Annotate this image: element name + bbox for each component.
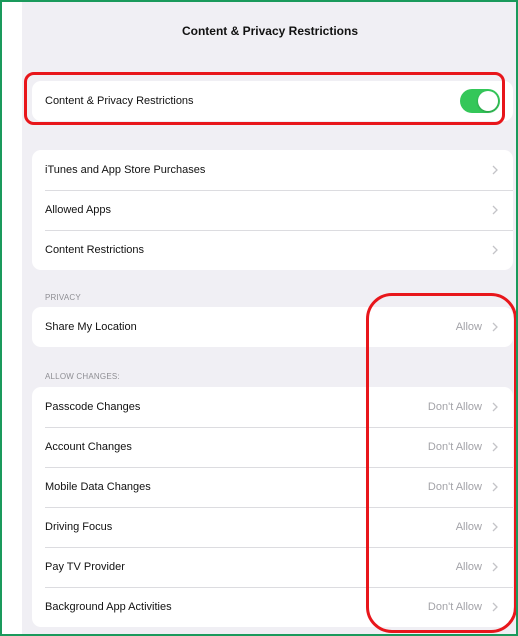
row-itunes-app-store-purchases[interactable]: iTunes and App Store Purchases: [32, 150, 513, 190]
chevron-right-icon: [491, 205, 499, 215]
row-label: Content Restrictions: [45, 244, 145, 256]
chevron-right-icon: [491, 245, 499, 255]
row-allowed-apps[interactable]: Allowed Apps: [32, 190, 513, 230]
page-title: Content & Privacy Restrictions: [181, 24, 359, 38]
store-settings-group: iTunes and App Store Purchases Allowed A…: [32, 150, 513, 270]
values-highlight-annotation: [366, 293, 517, 633]
row-content-restrictions[interactable]: Content Restrictions: [32, 230, 513, 270]
row-label: iTunes and App Store Purchases: [45, 164, 206, 176]
row-label: Allowed Apps: [45, 204, 112, 216]
toggle-highlight-annotation: [24, 72, 505, 125]
section-header-allow-changes: ALLOW CHANGES:: [45, 372, 120, 381]
chevron-right-icon: [491, 165, 499, 175]
section-header-privacy: PRIVACY: [45, 293, 81, 302]
